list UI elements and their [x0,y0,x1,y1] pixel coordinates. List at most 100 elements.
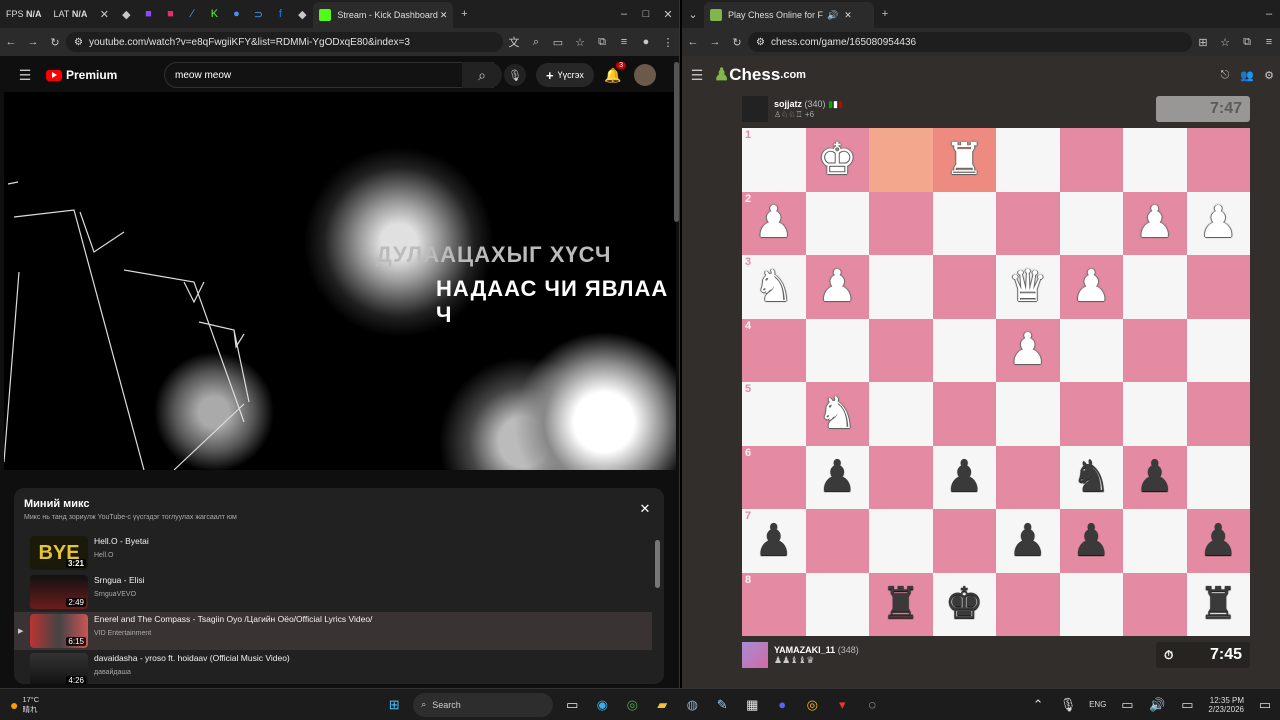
board-square[interactable]: ♛ [996,255,1060,319]
chess-board[interactable]: 1 ♚ ♜ 2 ♟ ♟ ♟ 3 ♞ ♟ ♛ ♟ 4 ♟ 5 ♞ 6 ♟ ♟ ♞ ♟ 7 ♟ ♟ ♟ ♟ 8 h g f ♜ e ♚ d c b a ♜ [742,128,1250,636]
close-mix-icon[interactable]: ✕ [634,498,656,520]
board-square[interactable] [869,509,933,573]
board-square[interactable] [1059,191,1123,255]
board-square[interactable] [932,318,996,382]
board-square[interactable] [932,382,996,446]
reading-list-icon[interactable]: ≡ [613,31,635,53]
avatar[interactable] [634,64,656,86]
close-tab-icon[interactable]: ✕ [844,10,852,21]
board-square[interactable]: 8h [742,572,806,636]
avatar[interactable] [742,96,768,122]
discord-icon[interactable]: ● [770,693,794,717]
board-square[interactable] [805,318,869,382]
youtube-tab-icon[interactable]: ✕ [93,3,115,25]
board-square[interactable]: 2 ♟ [742,191,806,255]
board-square[interactable]: d [996,572,1060,636]
new-tab-icon[interactable]: + [874,3,896,25]
white-knight-icon[interactable]: ♞ [754,264,793,309]
notification-center-icon[interactable]: ▭ [1253,693,1277,717]
board-square[interactable] [1186,382,1250,446]
board-square[interactable]: ♟ [1186,191,1250,255]
tray-overflow-icon[interactable]: ⌃ [1026,693,1050,717]
board-square[interactable]: 7 ♟ [742,509,806,573]
search-input[interactable]: meow meow✕ [164,62,494,88]
site-info-icon[interactable]: ⚙ [74,37,83,48]
black-knight-icon[interactable]: ♞ [1072,455,1111,499]
white-pawn-icon[interactable]: ♟ [1072,264,1111,309]
board-square[interactable] [932,191,996,255]
board-square[interactable]: ♞ [1059,445,1123,509]
reload-icon[interactable]: ↻ [726,31,748,53]
friends-icon[interactable]: 👥 [1236,64,1258,86]
store-icon[interactable]: ▦ [740,693,764,717]
board-square[interactable] [1186,255,1250,319]
close-window-icon[interactable]: ✕ [657,3,679,25]
app-icon-2[interactable]: ▾ [830,693,854,717]
black-rook-icon[interactable]: ♜ [1199,582,1238,626]
start-icon[interactable]: ⊞ [382,693,406,717]
extensions-icon[interactable]: ⧉ [1236,31,1258,53]
kick-tab-icon[interactable]: K [203,3,225,25]
board-square[interactable] [1123,509,1187,573]
board-square[interactable] [869,191,933,255]
weather-widget[interactable]: ● 17°C 晴れ [10,695,39,715]
clock-tray[interactable]: 12:35 PM 2/23/2026 [1208,696,1244,714]
board-square[interactable] [1186,445,1250,509]
board-square[interactable]: c [1059,572,1123,636]
video-player[interactable]: ДУЛААЦАХЫГ ХҮСЧ НАДААС ЧИ ЯВЛАА Ч [4,92,676,470]
audio-icon[interactable]: 🔊 [827,10,838,21]
battery-icon[interactable]: ▭ [1175,693,1199,717]
black-pawn-icon[interactable]: ♟ [1072,518,1111,563]
board-square[interactable] [869,318,933,382]
create-button[interactable]: + Үүсгэх [536,63,594,87]
close-tab-icon[interactable]: ✕ [440,10,448,21]
white-pawn-icon[interactable]: ♟ [818,264,857,309]
white-rook-icon[interactable]: ♜ [945,137,984,182]
tab-fps[interactable]: FPS N/A [0,2,48,26]
back-icon[interactable]: ← [0,31,22,53]
white-queen-icon[interactable]: ♛ [1008,264,1047,309]
zoom-icon[interactable]: ⌕ [525,31,547,53]
language-indicator[interactable]: ENG [1089,700,1106,709]
board-square[interactable]: ♟ [1059,255,1123,319]
search-icon[interactable]: ⌕ [462,62,502,88]
white-pawn-icon[interactable]: ♟ [1199,201,1238,245]
board-square[interactable]: ♟ [1186,509,1250,573]
black-pawn-icon[interactable]: ♟ [945,455,984,499]
steam-icon[interactable]: ◍ [680,693,704,717]
board-square[interactable] [869,382,933,446]
back-icon[interactable]: ← [682,31,704,53]
new-tab-icon[interactable]: + [453,3,475,25]
obs-icon[interactable]: ◌ [860,693,884,717]
chess-logo[interactable]: ♟ Chess .com [714,65,806,85]
url-field[interactable]: ⚙ chess.com/game/165080954436 [748,32,1192,52]
tab-kick-dashboard[interactable]: Stream - Kick Dashboard ✕ [313,2,454,28]
board-square[interactable]: ♞ [805,382,869,446]
black-pawn-icon[interactable]: ♟ [1135,455,1174,499]
chrome-2-icon[interactable]: ◎ [800,693,824,717]
tab-search-icon[interactable]: ⌄ [682,3,704,25]
maximize-icon[interactable]: □ [635,3,657,25]
youtube-logo[interactable]: Premium [46,68,117,82]
board-square[interactable]: ♟ [996,318,1060,382]
tab-icon-3[interactable]: ⊃ [247,3,269,25]
board-square[interactable] [1123,128,1187,192]
twitch-tab-icon[interactable]: ■ [137,3,159,25]
site-info-icon[interactable]: ⚙ [756,37,765,48]
board-square[interactable]: ♟ [805,255,869,319]
black-rook-icon[interactable]: ♜ [881,582,920,626]
board-square[interactable] [869,255,933,319]
white-pawn-icon[interactable]: ♟ [754,201,793,245]
board-square[interactable]: 4 [742,318,806,382]
board-square[interactable]: 1 [742,128,806,192]
share-icon[interactable]: ⎋ [1214,64,1236,86]
playlist-item-current[interactable]: ▶ 6:15 Enerel and The Compass - Tsagiin … [14,612,652,650]
top-player-name[interactable]: sojjatz [774,99,802,109]
board-square[interactable] [996,128,1060,192]
reading-list-icon[interactable]: ≡ [1258,31,1280,53]
board-square[interactable]: 3 ♞ [742,255,806,319]
white-king-icon[interactable]: ♚ [818,137,857,182]
white-knight-icon[interactable]: ♞ [818,391,857,436]
task-view-icon[interactable]: ▭ [560,693,584,717]
board-square[interactable]: e ♚ [932,572,996,636]
